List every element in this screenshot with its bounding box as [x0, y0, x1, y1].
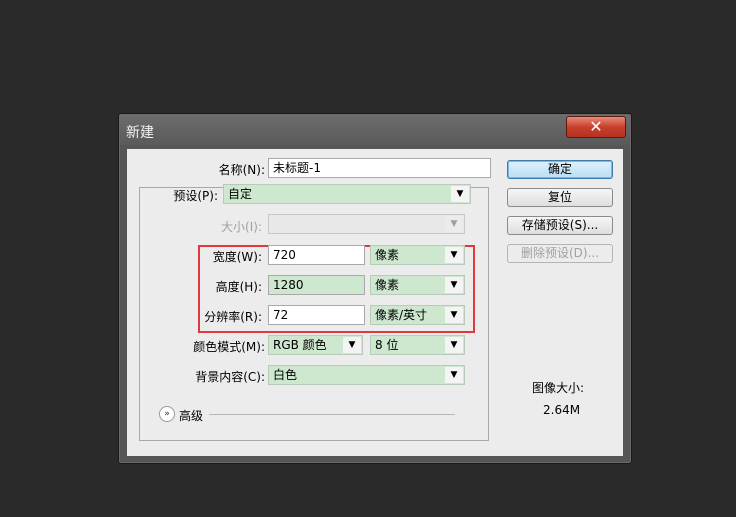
close-button[interactable]: ✕ — [566, 116, 626, 138]
dropdown-arrow-icon: ▼ — [451, 186, 469, 202]
background-select[interactable]: 白色 ▼ — [268, 365, 465, 385]
size-label: 大小(I): — [221, 220, 262, 234]
width-unit-value: 像素 — [375, 248, 400, 262]
dropdown-arrow-icon: ▼ — [445, 337, 463, 353]
ok-button[interactable]: 确定 — [507, 160, 613, 179]
preset-label: 预设(P): — [173, 189, 218, 203]
delete-preset-button: 删除预设(D)... — [507, 244, 613, 263]
image-size-label: 图像大小: — [532, 381, 585, 395]
resolution-unit-select[interactable]: 像素/英寸 ▼ — [370, 305, 465, 325]
width-field[interactable]: 720 — [268, 245, 365, 265]
dialog-title: 新建 — [126, 125, 154, 141]
dropdown-arrow-icon: ▼ — [343, 337, 361, 353]
reset-button[interactable]: 复位 — [507, 188, 613, 207]
width-label: 宽度(W): — [212, 250, 262, 264]
height-unit-select[interactable]: 像素 ▼ — [370, 275, 465, 295]
bit-depth-value: 8 位 — [375, 338, 399, 352]
dropdown-arrow-icon: ▼ — [445, 367, 463, 383]
resolution-value: 72 — [273, 308, 289, 322]
resolution-label: 分辨率(R): — [204, 310, 262, 324]
advanced-label[interactable]: 高级 — [179, 407, 203, 424]
save-preset-button[interactable]: 存储预设(S)... — [507, 216, 613, 235]
dropdown-arrow-icon: ▼ — [445, 307, 463, 323]
background-value: 白色 — [273, 368, 298, 382]
bit-depth-select[interactable]: 8 位 ▼ — [370, 335, 465, 355]
advanced-divider — [209, 414, 455, 415]
name-field[interactable]: 未标题-1 — [268, 158, 491, 178]
width-value: 720 — [273, 248, 296, 262]
height-field[interactable]: 1280 — [268, 275, 365, 295]
preset-select[interactable]: 自定 ▼ — [223, 184, 471, 204]
expand-chevron-icon[interactable]: » — [159, 406, 175, 422]
dropdown-arrow-icon: ▼ — [445, 277, 463, 293]
height-label: 高度(H): — [215, 280, 262, 294]
resolution-unit-value: 像素/英寸 — [375, 308, 428, 322]
dialog-titlebar[interactable]: 新建 ✕ — [120, 115, 630, 145]
color-mode-value: RGB 颜色 — [273, 338, 327, 352]
close-icon: ✕ — [589, 117, 603, 136]
width-unit-select[interactable]: 像素 ▼ — [370, 245, 465, 265]
height-value: 1280 — [273, 278, 304, 292]
dropdown-arrow-icon: ▼ — [445, 216, 463, 232]
color-mode-select[interactable]: RGB 颜色 ▼ — [268, 335, 363, 355]
image-size-value: 2.64M — [543, 403, 581, 417]
preset-value: 自定 — [228, 187, 253, 201]
resolution-field[interactable]: 72 — [268, 305, 365, 325]
dropdown-arrow-icon: ▼ — [445, 247, 463, 263]
name-value: 未标题-1 — [273, 161, 321, 175]
size-select: ▼ — [268, 214, 465, 234]
color-mode-label: 颜色模式(M): — [193, 340, 265, 354]
name-label: 名称(N): — [218, 163, 265, 177]
height-unit-value: 像素 — [375, 278, 400, 292]
background-label: 背景内容(C): — [195, 370, 265, 384]
